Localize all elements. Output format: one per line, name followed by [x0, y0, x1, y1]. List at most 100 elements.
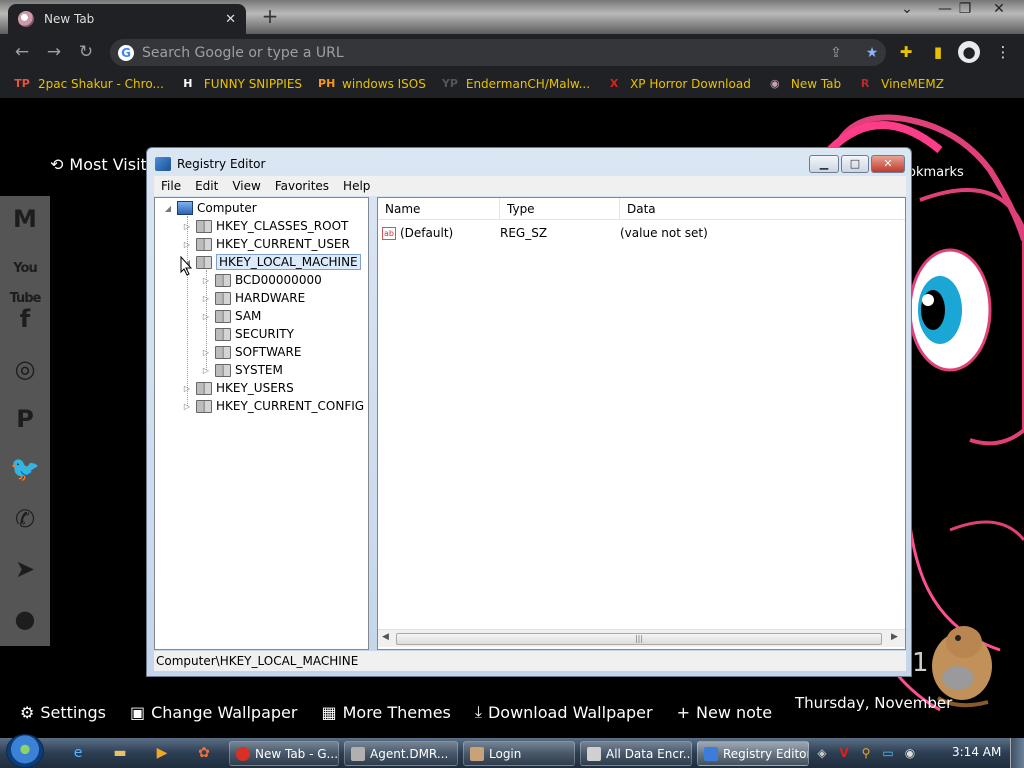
tray-monitor-icon[interactable]: ▭	[880, 745, 896, 761]
instagram-icon[interactable]: ◎	[8, 354, 42, 384]
column-header-data[interactable]: Data	[620, 198, 905, 220]
bookmark-star-icon[interactable]: ★	[858, 45, 886, 61]
bottom-link-download-wallpaper[interactable]: ⤓ Download Wallpaper	[475, 702, 653, 722]
reddit-icon[interactable]: ●	[8, 604, 42, 634]
taskbar-button-chrome[interactable]: New Tab - G...	[229, 741, 339, 766]
taskbar-button-regedit[interactable]: Registry Editor	[697, 741, 809, 766]
forward-icon[interactable]: →	[38, 42, 70, 62]
folder-icon	[215, 327, 231, 341]
taskbar-clock[interactable]: 3:14 AM	[952, 745, 1001, 759]
bookmark-item[interactable]: X XP Horror Download	[606, 76, 751, 92]
menu-view[interactable]: View	[232, 179, 260, 193]
column-header-name[interactable]: Name	[378, 198, 500, 220]
youtube-icon[interactable]: You Tube	[8, 254, 42, 306]
share-icon[interactable]: ⇪	[822, 45, 850, 61]
omnibox[interactable]: G Search Google or type a URL ⇪ ★	[110, 39, 886, 66]
browser-tab[interactable]: New Tab ✕	[8, 4, 246, 34]
tray-v-icon[interactable]: V	[836, 745, 852, 761]
tray-search-icon[interactable]: ⚲	[858, 745, 874, 761]
menu-kebab-icon[interactable]: ⋮	[992, 41, 1014, 63]
side-panel-icon[interactable]: ▮	[927, 41, 949, 63]
tree-node-bcd[interactable]: ▷ BCD00000000	[201, 271, 322, 289]
tree-node-hkcc[interactable]: ▷ HKEY_CURRENT_CONFIG	[182, 397, 364, 415]
reload-icon[interactable]: ↻	[70, 42, 102, 62]
whatsapp-icon[interactable]: ✆	[8, 504, 42, 534]
collapse-arrow-icon[interactable]: ◢	[163, 204, 173, 213]
start-button[interactable]	[6, 734, 44, 768]
extensions-icon[interactable]: ✚	[895, 41, 917, 63]
expand-arrow-icon[interactable]: ▷	[201, 312, 211, 321]
tree-node-hardware[interactable]: ▷ HARDWARE	[201, 289, 305, 307]
back-icon[interactable]: ←	[6, 42, 38, 62]
menu-help[interactable]: Help	[343, 179, 370, 193]
bottom-link-change-wallpaper[interactable]: ▣ Change Wallpaper	[130, 703, 298, 722]
scrollbar-thumb[interactable]: |||	[396, 633, 882, 645]
media-player-icon[interactable]: ▶	[150, 742, 174, 764]
expand-arrow-icon[interactable]: ▷	[201, 366, 211, 375]
scroll-left-icon[interactable]: ◀	[382, 632, 389, 642]
bottom-link-settings[interactable]: ⚙ Settings	[20, 703, 106, 722]
facebook-icon[interactable]: f	[8, 304, 42, 334]
twitter-icon[interactable]: 🐦	[8, 454, 42, 484]
bookmark-item[interactable]: H FUNNY SNIPPIES	[180, 76, 302, 92]
horizontal-scrollbar[interactable]: ◀ ||| ▶	[378, 629, 905, 647]
expand-arrow-icon[interactable]: ▷	[182, 384, 192, 393]
telegram-icon[interactable]: ➤	[8, 554, 42, 584]
menu-edit[interactable]: Edit	[195, 179, 218, 193]
expand-arrow-icon[interactable]: ▷	[182, 222, 192, 231]
most-visited-heading[interactable]: ⟲ Most Visit	[50, 155, 147, 174]
tree-node-hkcr[interactable]: ▷ HKEY_CLASSES_ROOT	[182, 217, 348, 235]
close-button[interactable]: ✕	[984, 0, 1014, 18]
menu-file[interactable]: File	[161, 179, 181, 193]
tree-node-hkcu[interactable]: ▷ HKEY_CURRENT_USER	[182, 235, 350, 253]
explorer-folder-icon[interactable]: ▬	[108, 742, 132, 764]
bookmark-item[interactable]: YP EndermanCH/Malw...	[442, 76, 590, 92]
expand-arrow-icon[interactable]: ▷	[201, 294, 211, 303]
gmail-icon[interactable]: M	[8, 204, 42, 234]
column-header-type[interactable]: Type	[500, 198, 620, 220]
reg-minimize-button[interactable]: ▁	[809, 155, 839, 173]
tab-search-icon[interactable]: ⌄	[892, 0, 922, 18]
bookmark-item[interactable]: R VineMEMZ	[857, 76, 944, 92]
tree-node-software[interactable]: ▷ SOFTWARE	[201, 343, 302, 361]
tree-node-hku[interactable]: ▷ HKEY_USERS	[182, 379, 294, 397]
bottom-link-more-themes[interactable]: ▦ More Themes	[321, 703, 450, 722]
tab-close-icon[interactable]: ✕	[225, 12, 236, 27]
bookmark-item[interactable]: ◉ New Tab	[767, 76, 841, 92]
taskbar-button-encrypted[interactable]: All Data Encr...	[580, 741, 692, 766]
omnibox-placeholder[interactable]: Search Google or type a URL	[142, 45, 814, 61]
expand-arrow-icon[interactable]: ▷	[182, 402, 192, 411]
new-tab-button[interactable]: +	[258, 4, 282, 28]
taskbar-button-login[interactable]: Login	[463, 741, 575, 766]
reg-maximize-button[interactable]: □	[841, 155, 869, 173]
registry-menu-bar: File Edit View Favorites Help	[154, 176, 906, 196]
registry-values-pane[interactable]: Name Type Data ab (Default) REG_SZ (valu…	[377, 197, 906, 650]
restore-button[interactable]: ❐	[950, 0, 980, 18]
tree-node-computer[interactable]: ◢ Computer	[163, 199, 257, 217]
expand-arrow-icon[interactable]: ▷	[182, 240, 192, 249]
expand-arrow-icon[interactable]: ▷	[201, 348, 211, 357]
value-row[interactable]: ab (Default) REG_SZ (value not set)	[382, 224, 708, 242]
tree-node-security[interactable]: SECURITY	[201, 325, 294, 343]
bottom-link-new-note[interactable]: + New note	[677, 703, 772, 722]
bookmark-item[interactable]: TP 2pac Shakur - Chro...	[14, 76, 164, 92]
registry-title-bar[interactable]: Registry Editor	[155, 154, 265, 174]
pinterest-icon[interactable]: P	[8, 404, 42, 434]
tray-app-icon[interactable]: ◈	[814, 745, 830, 761]
tree-node-system[interactable]: ▷ SYSTEM	[201, 361, 283, 379]
tree-node-hklm[interactable]: ◢ HKEY_LOCAL_MACHINE	[182, 253, 361, 271]
reg-close-button[interactable]: ✕	[871, 155, 905, 173]
menu-favorites[interactable]: Favorites	[275, 179, 329, 193]
profile-avatar-icon[interactable]: ●	[958, 41, 980, 63]
tree-node-sam[interactable]: ▷ SAM	[201, 307, 261, 325]
scroll-right-icon[interactable]: ▶	[891, 632, 898, 642]
quick-launch-app-icon[interactable]: ✿	[192, 742, 216, 764]
internet-explorer-icon[interactable]: e	[66, 742, 90, 764]
string-value-icon: ab	[382, 226, 396, 240]
taskbar-button-agent[interactable]: Agent.DMR...	[344, 741, 458, 766]
tray-network-icon[interactable]: ◉	[902, 745, 918, 761]
bookmark-item[interactable]: PH windows ISOS	[318, 76, 426, 92]
tree-label: SAM	[235, 309, 262, 323]
expand-arrow-icon[interactable]: ▷	[201, 276, 211, 285]
show-desktop-button[interactable]	[1010, 738, 1024, 768]
